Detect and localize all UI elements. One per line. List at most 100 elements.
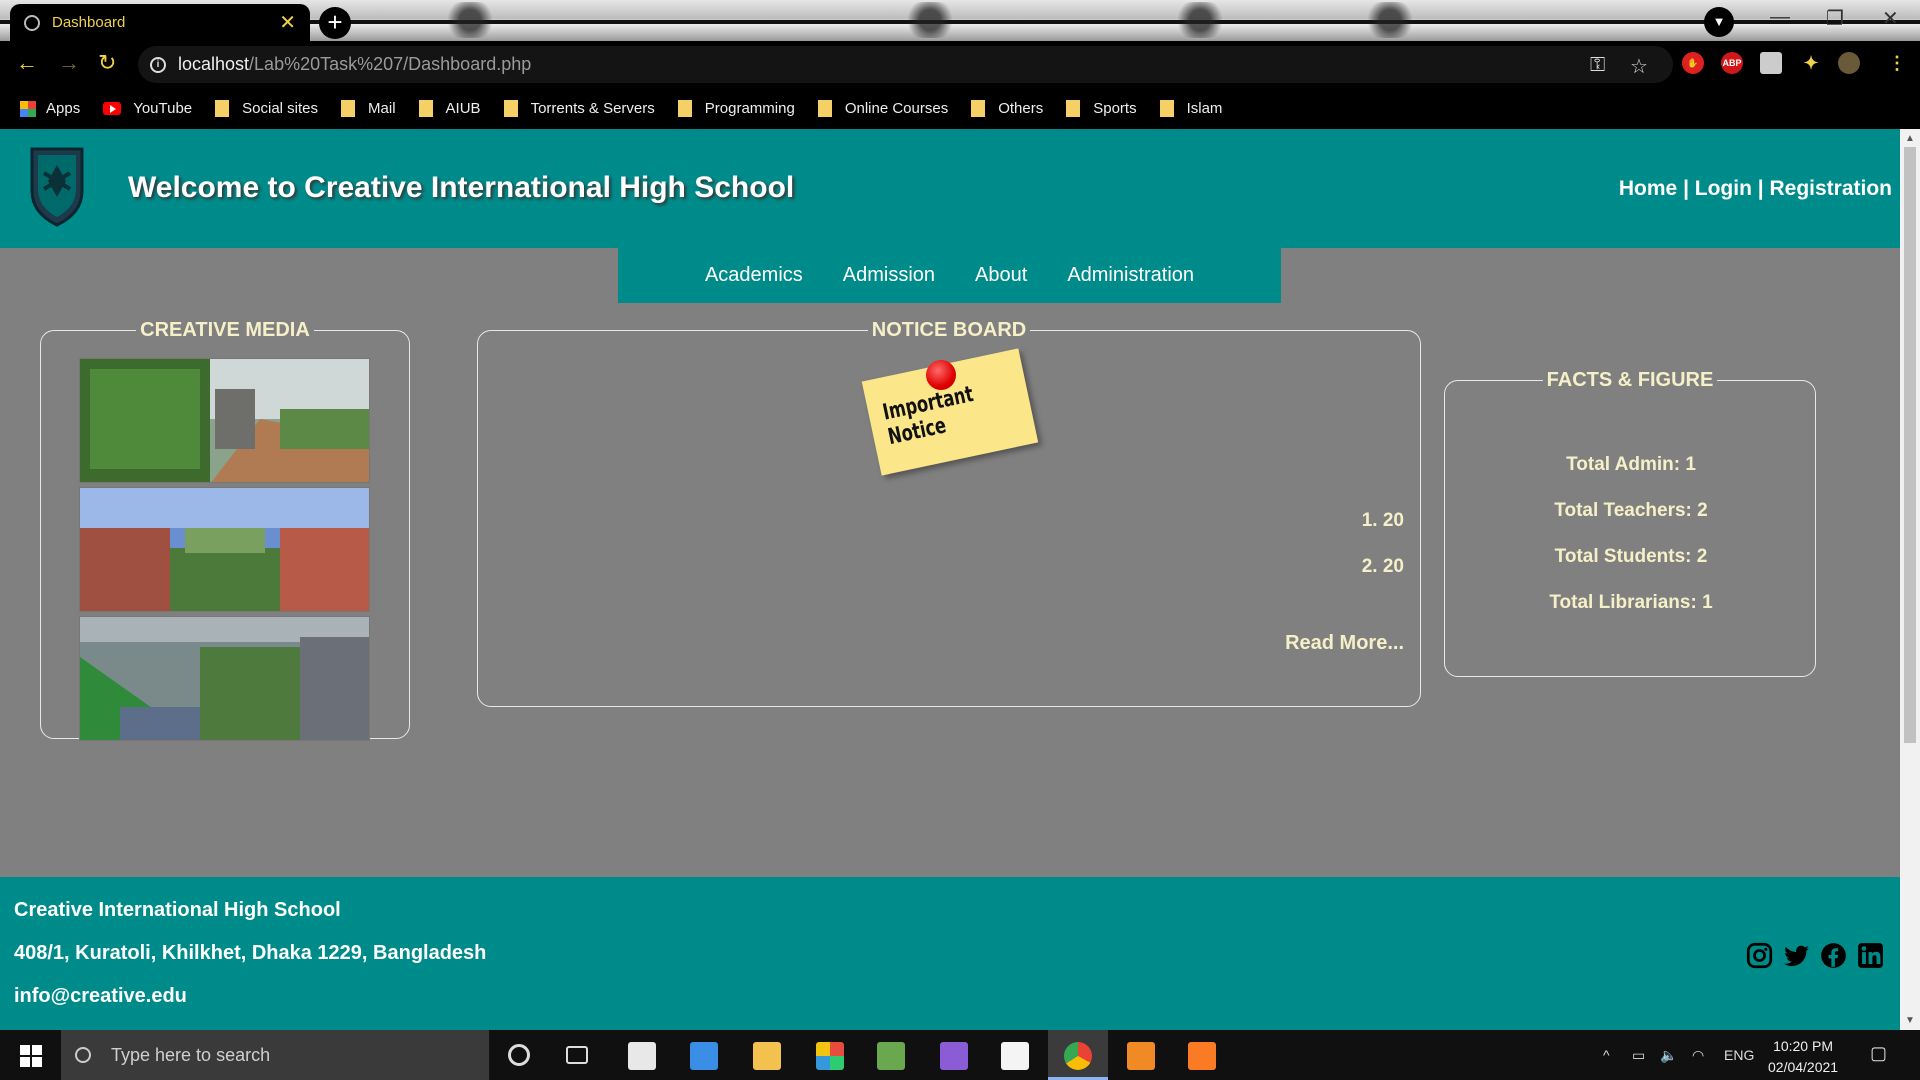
task-view-icon[interactable] bbox=[566, 1046, 588, 1064]
scrollbar-thumb[interactable] bbox=[1904, 147, 1916, 743]
notice-board-title: NOTICE BOARD bbox=[871, 319, 1027, 341]
taskbar-search-input[interactable]: Type here to search bbox=[61, 1030, 489, 1080]
download-icon[interactable]: ▼ bbox=[1704, 7, 1734, 37]
star-icon[interactable]: ☆ bbox=[1630, 54, 1648, 79]
editor-icon[interactable] bbox=[877, 1042, 905, 1070]
bookmark-torrents[interactable]: Torrents & Servers bbox=[503, 100, 655, 117]
menu-icon[interactable]: ⋮ bbox=[1886, 52, 1908, 74]
globe-icon bbox=[24, 14, 40, 31]
nav-admission[interactable]: Admission bbox=[843, 264, 935, 287]
youtube-icon bbox=[103, 102, 122, 115]
visual-studio-icon[interactable] bbox=[940, 1042, 968, 1070]
footer-school-name: Creative International High School bbox=[14, 899, 341, 921]
search-placeholder: Type here to search bbox=[111, 1044, 271, 1065]
footer-address: 408/1, Kuratoli, Khilkhet, Dhaka 1229, B… bbox=[14, 942, 487, 964]
bookmark-online-courses[interactable]: Online Courses bbox=[817, 100, 948, 117]
browser-toolbar: ← → ↻ i localhost /Lab%20Task%207/Dashbo… bbox=[0, 41, 1920, 88]
folder-icon bbox=[341, 100, 356, 117]
volume-icon[interactable]: 🔈 bbox=[1660, 1047, 1677, 1064]
wallpaper-figure bbox=[440, 2, 500, 38]
bookmark-youtube[interactable]: YouTube bbox=[103, 100, 192, 117]
notice-item[interactable]: 1. 20 bbox=[1362, 510, 1404, 532]
nav-administration[interactable]: Administration bbox=[1067, 264, 1194, 287]
notification-icon[interactable]: ▢ bbox=[1870, 1043, 1887, 1064]
key-icon[interactable]: ⚿ bbox=[1590, 54, 1605, 77]
browser-tab[interactable]: Dashboard ✕ bbox=[10, 4, 310, 41]
campus-photo[interactable] bbox=[79, 616, 370, 741]
info-icon[interactable]: i bbox=[150, 56, 166, 73]
mail-icon[interactable] bbox=[690, 1042, 718, 1070]
puzzle-icon[interactable]: ✦ bbox=[1800, 52, 1822, 74]
clock-time: 10:20 PM bbox=[1773, 1038, 1833, 1054]
forward-icon[interactable]: → bbox=[58, 50, 80, 76]
app-icon[interactable] bbox=[816, 1042, 844, 1070]
top-links: Home | Login | Registration bbox=[1619, 177, 1892, 201]
campus-photo[interactable] bbox=[79, 358, 370, 483]
tray-chevron-icon[interactable]: ^ bbox=[1603, 1047, 1610, 1063]
bookmark-mail[interactable]: Mail bbox=[341, 100, 396, 117]
facebook-icon[interactable] bbox=[1820, 942, 1847, 969]
nav-about[interactable]: About bbox=[975, 264, 1027, 287]
bookmark-others[interactable]: Others bbox=[971, 100, 1043, 117]
facts-panel: FACTS & FIGURE Total Admin: 1 Total Teac… bbox=[1444, 369, 1816, 677]
search-icon bbox=[75, 1047, 91, 1063]
system-clock[interactable]: 10:20 PM 02/04/2021 bbox=[1768, 1036, 1838, 1078]
extension-icon[interactable] bbox=[1760, 52, 1782, 74]
nav-academics[interactable]: Academics bbox=[705, 264, 803, 287]
document-icon[interactable] bbox=[1001, 1042, 1029, 1070]
instagram-icon[interactable] bbox=[1746, 942, 1773, 969]
chrome-icon bbox=[1064, 1042, 1092, 1070]
chrome-taskbar-button[interactable] bbox=[1048, 1030, 1108, 1080]
scroll-down-icon[interactable]: ▼ bbox=[1905, 1015, 1915, 1026]
cortana-icon[interactable] bbox=[508, 1044, 530, 1066]
page-scrollbar[interactable]: ▲ ▼ bbox=[1900, 129, 1920, 1030]
facts-title: FACTS & FIGURE bbox=[1546, 369, 1714, 391]
bookmark-apps[interactable]: Apps bbox=[20, 100, 80, 117]
windows-start-icon[interactable] bbox=[20, 1045, 42, 1067]
home-link[interactable]: Home bbox=[1619, 177, 1677, 200]
hand-extension-icon[interactable]: ✋ bbox=[1682, 52, 1704, 74]
bookmark-islam[interactable]: Islam bbox=[1159, 100, 1222, 117]
registration-link[interactable]: Registration bbox=[1769, 177, 1892, 200]
login-link[interactable]: Login bbox=[1695, 177, 1752, 200]
twitter-icon[interactable] bbox=[1783, 942, 1810, 969]
folder-icon bbox=[418, 100, 433, 117]
folder-icon bbox=[1066, 100, 1081, 117]
bookmark-sports[interactable]: Sports bbox=[1066, 100, 1137, 117]
folder-icon bbox=[817, 100, 832, 117]
new-tab-button[interactable]: + bbox=[319, 7, 351, 39]
campus-photo[interactable] bbox=[79, 487, 370, 612]
reload-icon[interactable]: ↻ bbox=[98, 50, 116, 76]
footer-email[interactable]: info@creative.edu bbox=[14, 985, 187, 1008]
page-title: Welcome to Creative International High S… bbox=[128, 171, 795, 204]
store-icon[interactable] bbox=[628, 1042, 656, 1070]
adblock-icon[interactable]: ABP bbox=[1721, 52, 1743, 74]
notice-item[interactable]: 2. 20 bbox=[1362, 556, 1404, 578]
read-more-link[interactable]: Read More... bbox=[1285, 632, 1404, 655]
fact-total-admin: Total Admin: 1 bbox=[1566, 454, 1696, 475]
address-bar[interactable]: i localhost /Lab%20Task%207/Dashboard.ph… bbox=[138, 46, 1673, 83]
url-host: localhost bbox=[178, 54, 250, 74]
language-indicator[interactable]: ENG bbox=[1724, 1047, 1754, 1063]
linkedin-icon[interactable] bbox=[1857, 942, 1884, 969]
back-icon[interactable]: ← bbox=[16, 50, 38, 76]
bookmark-social-sites[interactable]: Social sites bbox=[215, 100, 318, 117]
bookmark-programming[interactable]: Programming bbox=[677, 100, 795, 117]
sublime-icon[interactable] bbox=[1127, 1042, 1155, 1070]
link-separator: | bbox=[1751, 177, 1770, 200]
minimize-icon[interactable]: — bbox=[1770, 6, 1790, 29]
wifi-icon[interactable]: ◠ bbox=[1692, 1047, 1704, 1064]
close-icon[interactable]: ✕ bbox=[279, 10, 296, 35]
fact-total-librarians: Total Librarians: 1 bbox=[1549, 592, 1713, 613]
battery-icon[interactable]: ▭ bbox=[1632, 1047, 1645, 1064]
xampp-icon[interactable] bbox=[1188, 1042, 1216, 1070]
scroll-up-icon[interactable]: ▲ bbox=[1905, 133, 1915, 144]
file-explorer-icon[interactable] bbox=[753, 1042, 781, 1070]
tab-strip: Dashboard ✕ + ▼ — ❐ ✕ bbox=[0, 0, 1920, 41]
wallpaper-figure bbox=[1360, 2, 1420, 38]
apps-icon bbox=[20, 100, 36, 117]
avatar[interactable] bbox=[1838, 52, 1860, 74]
bookmark-aiub[interactable]: AIUB bbox=[418, 100, 481, 117]
window-close-icon[interactable]: ✕ bbox=[1882, 6, 1899, 31]
restore-icon[interactable]: ❐ bbox=[1826, 6, 1844, 31]
